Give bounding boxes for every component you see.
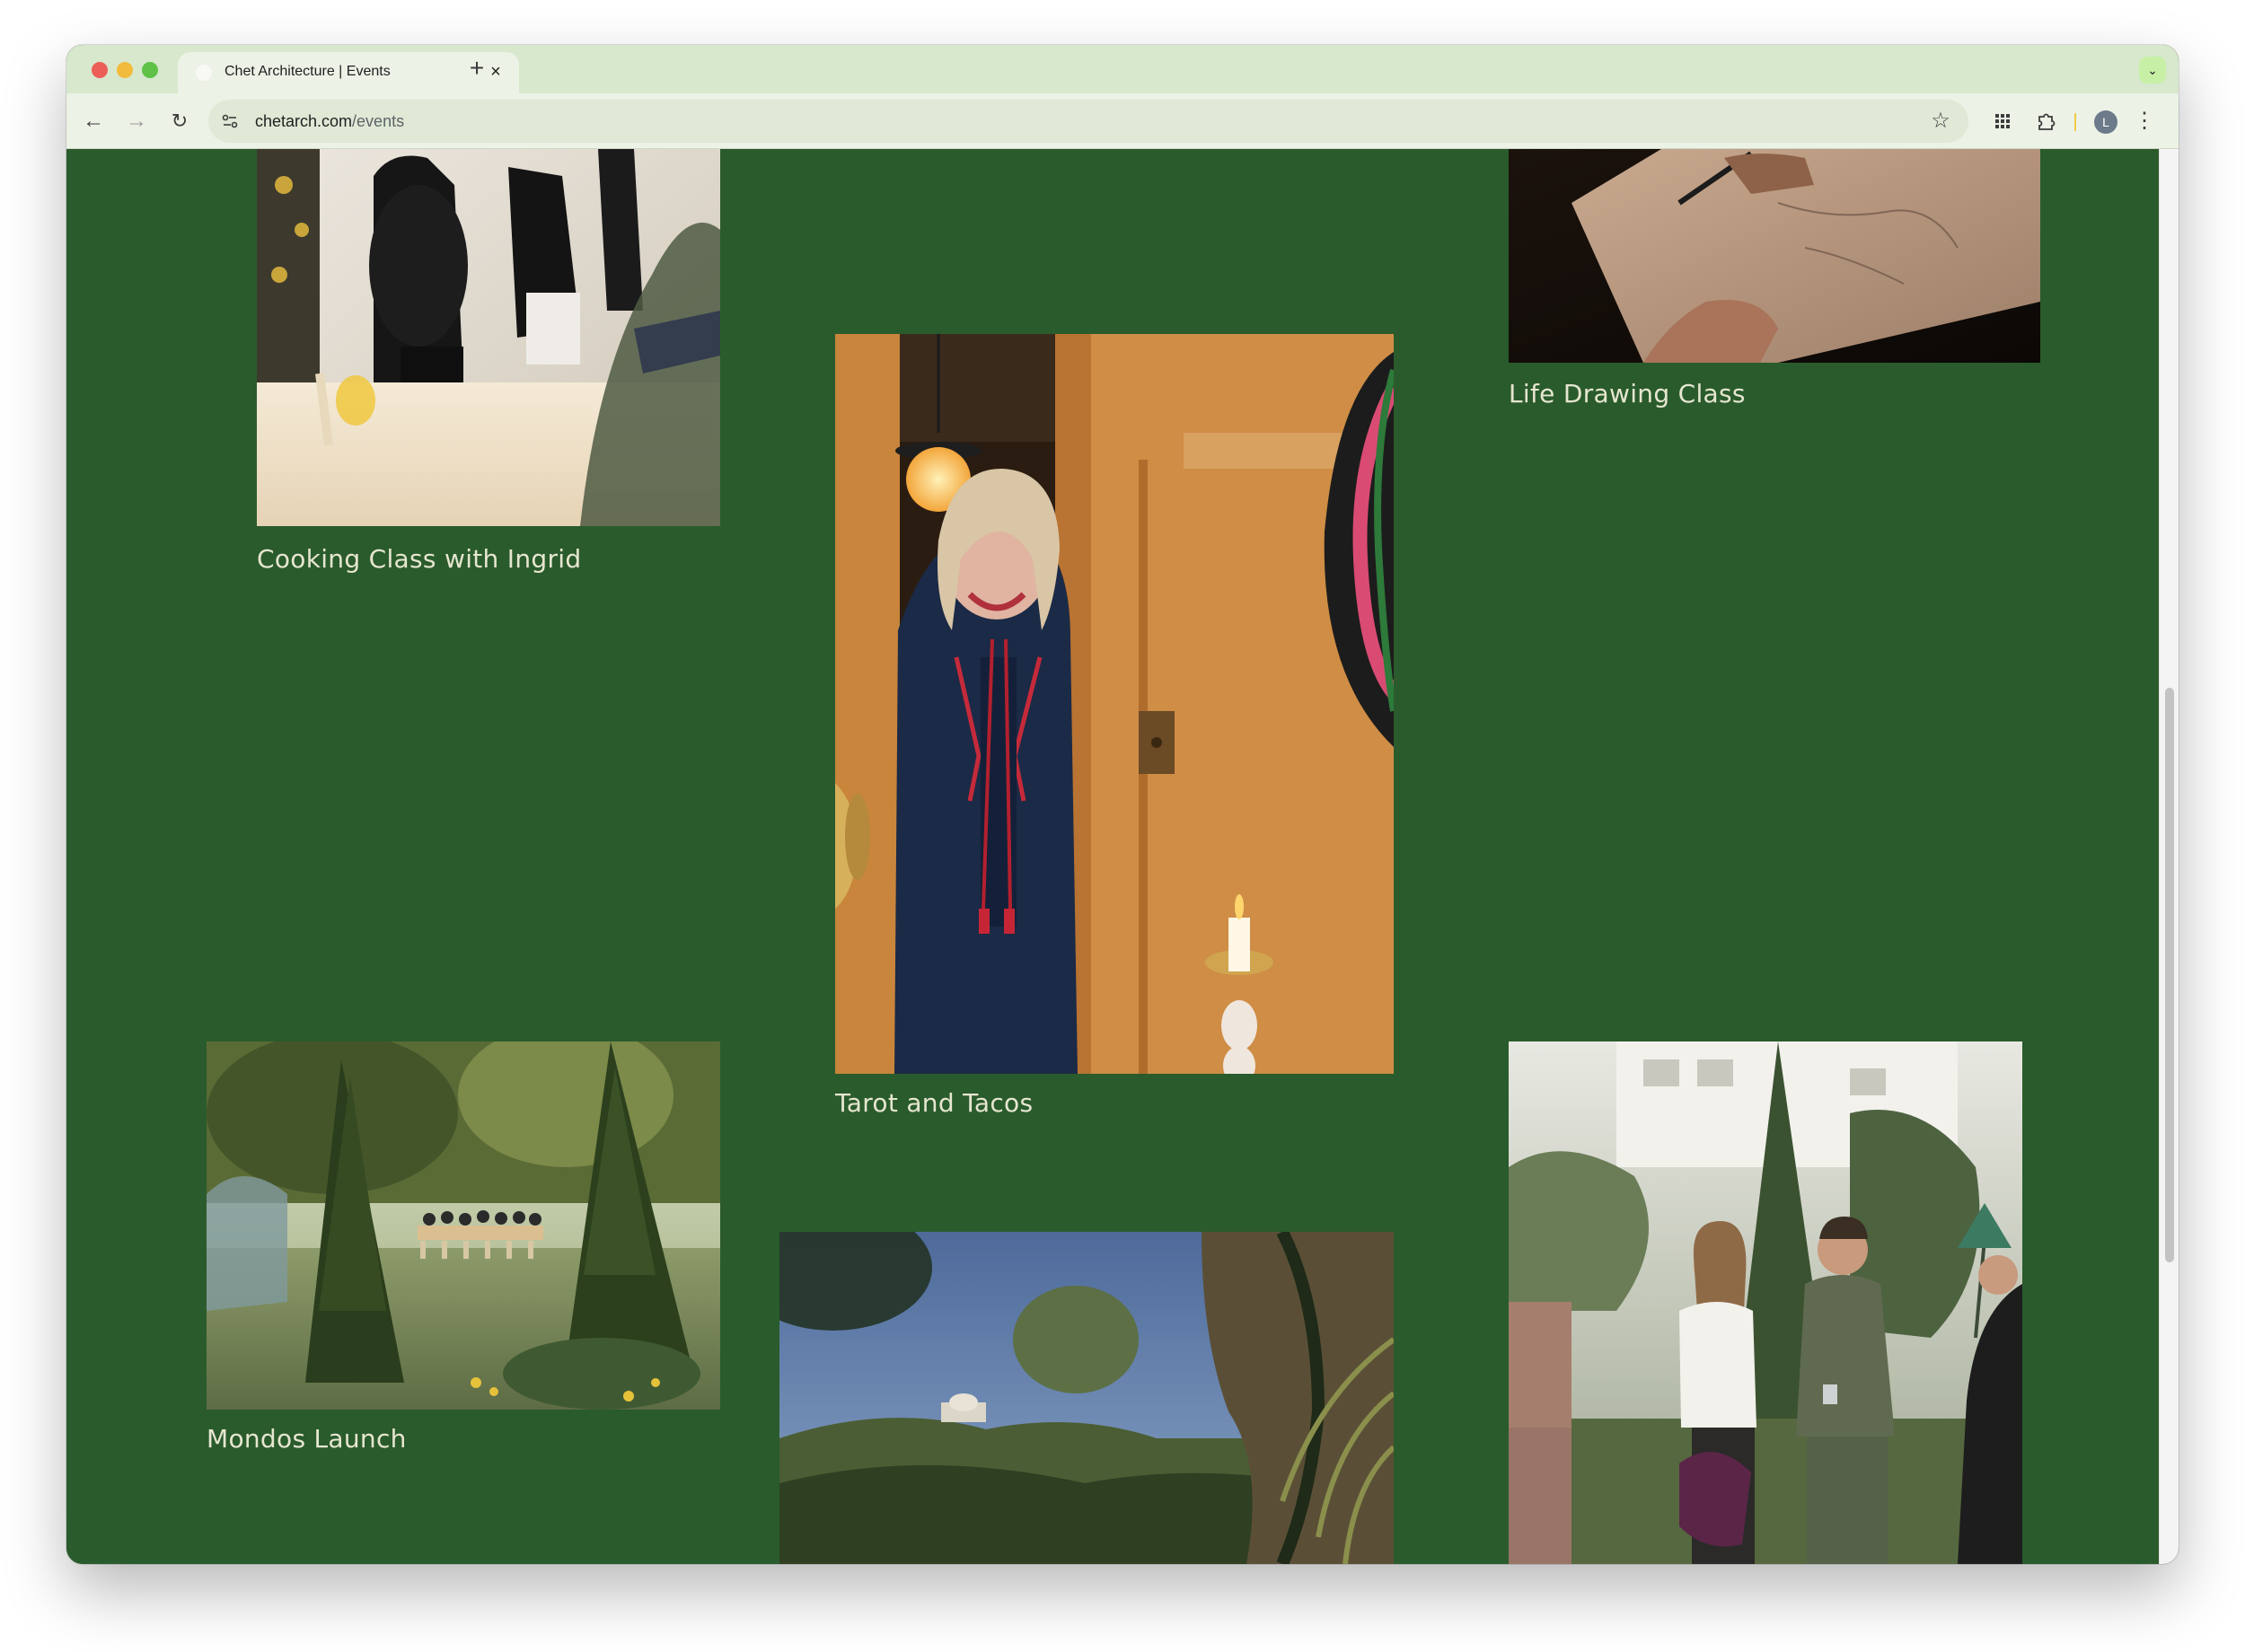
site-info-icon[interactable] (216, 107, 244, 136)
minimize-window-button[interactable] (117, 62, 133, 78)
toolbar-divider (2074, 113, 2076, 131)
event-image-life-drawing[interactable] (1509, 149, 2040, 363)
event-image-cooking-class[interactable] (257, 149, 720, 526)
avatar[interactable]: L (2094, 110, 2117, 134)
event-title[interactable]: Tarot and Tacos (835, 1088, 1033, 1118)
favicon-icon (196, 65, 212, 81)
event-image-tarot-tacos[interactable] (835, 334, 1394, 1074)
back-arrow-icon[interactable]: ← (79, 107, 108, 136)
star-icon[interactable]: ☆ (1927, 108, 1954, 135)
puzzle-icon[interactable] (2031, 107, 2060, 136)
chevron-down-icon[interactable]: ⌄ (2139, 57, 2166, 83)
url-text: chetarch.com/events (255, 112, 404, 131)
scrollbar-thumb[interactable] (2165, 688, 2174, 1262)
url-host: chetarch.com (255, 112, 353, 130)
event-title[interactable]: Cooking Class with Ingrid (257, 544, 581, 574)
scrollbar[interactable] (2159, 149, 2179, 1564)
tab-title: Chet Architecture | Events (224, 64, 391, 79)
plus-icon[interactable]: + (463, 56, 490, 83)
tab-strip: Chet Architecture | Events × + ⌄ (66, 45, 2179, 93)
browser-toolbar: ← → ↻ chetarch.com/events ☆ L ⋮ (66, 93, 2179, 149)
event-title[interactable]: Mondos Launch (207, 1424, 407, 1454)
url-path: /events (352, 112, 405, 130)
address-bar[interactable]: chetarch.com/events ☆ (208, 100, 1968, 143)
browser-window: Chet Architecture | Events × + ⌄ ← → ↻ c… (66, 45, 2179, 1564)
forward-arrow-icon[interactable]: → (122, 107, 151, 136)
event-image-landscape[interactable] (779, 1232, 1394, 1564)
event-title[interactable]: Life Drawing Class (1509, 379, 1746, 409)
events-page: Cooking Class with Ingrid Tarot and Taco… (66, 149, 2159, 1564)
apps-grid-icon[interactable] (1988, 107, 2017, 136)
event-image-mondos-launch[interactable] (207, 1041, 720, 1410)
event-image-garden-party[interactable] (1509, 1041, 2022, 1564)
kebab-menu-icon[interactable]: ⋮ (2130, 107, 2159, 136)
close-window-button[interactable] (92, 62, 108, 78)
reload-icon[interactable]: ↻ (165, 107, 194, 136)
maximize-window-button[interactable] (142, 62, 158, 78)
